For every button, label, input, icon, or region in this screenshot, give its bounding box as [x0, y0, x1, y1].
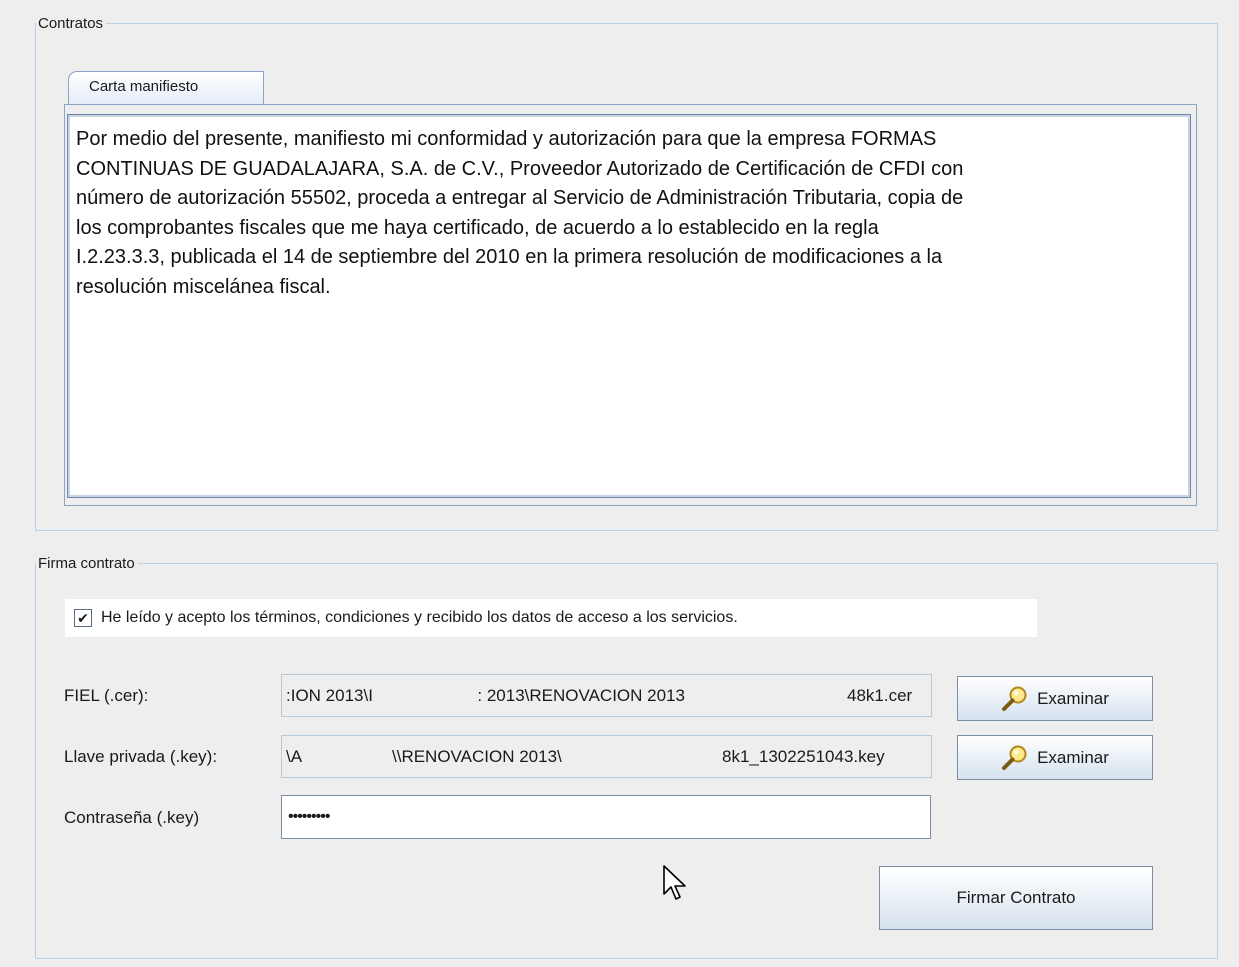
fiel-examinar-button[interactable]: Examinar	[957, 676, 1153, 721]
firmar-contrato-label: Firmar Contrato	[956, 888, 1076, 907]
key-examinar-label: Examinar	[1037, 747, 1109, 767]
contratos-legend: Contratos	[38, 15, 104, 32]
text-line: los comprobantes fiscales que me haya ce…	[76, 216, 879, 239]
fiel-path-part: :ION 2013\I	[286, 686, 373, 705]
mouse-pointer-icon	[663, 865, 686, 900]
fiel-label: FIEL (.cer):	[64, 686, 149, 705]
key-label: Llave privada (.key):	[64, 747, 218, 766]
magnifier-icon	[1002, 686, 1027, 711]
key-path-field[interactable]: \A \\RENOVACION 2013\ 8k1_1302251043.key	[281, 735, 932, 778]
tab-carta-manifiesto[interactable]: Carta manifiesto	[68, 71, 264, 105]
text-line: Por medio del presente, manifiesto mi co…	[76, 128, 937, 150]
key-path-part: 8k1_1302251043.key	[722, 747, 885, 766]
fiel-examinar-label: Examinar	[1037, 688, 1109, 708]
magnifier-icon	[1002, 745, 1027, 770]
key-examinar-button[interactable]: Examinar	[957, 735, 1153, 780]
fiel-path-field[interactable]: :ION 2013\I : 2013\RENOVACION 2013 48k1.…	[281, 674, 932, 717]
text-line: resolución miscelánea fiscal.	[76, 275, 331, 298]
accept-terms-row[interactable]: ✔ He leído y acepto los términos, condic…	[65, 599, 1037, 637]
accept-terms-checkbox[interactable]: ✔	[74, 609, 92, 627]
password-label: Contraseña (.key)	[64, 808, 200, 827]
accept-terms-label: He leído y acepto los términos, condicio…	[101, 609, 738, 626]
text-line: I.2.23.3.3, publicada el 14 de septiembr…	[76, 246, 943, 268]
key-path-part: \\RENOVACION 2013\	[392, 747, 562, 766]
password-field[interactable]: •••••••••	[281, 795, 931, 839]
firmar-contrato-button[interactable]: Firmar Contrato	[879, 866, 1153, 930]
key-path-part: \A	[286, 747, 303, 766]
text-line: CONTINUAS DE GUADALAJARA, S.A. de C.V., …	[76, 157, 964, 180]
fiel-path-part: 48k1.cer	[847, 686, 913, 705]
text-line: número de autorización 55502, proceda a …	[76, 187, 964, 209]
carta-manifiesto-text[interactable]: Por medio del presente, manifiesto mi co…	[67, 114, 1191, 498]
fiel-path-part: : 2013\RENOVACION 2013	[474, 686, 685, 705]
firma-legend: Firma contrato	[38, 555, 135, 572]
tab-label: Carta manifiesto	[89, 78, 199, 95]
